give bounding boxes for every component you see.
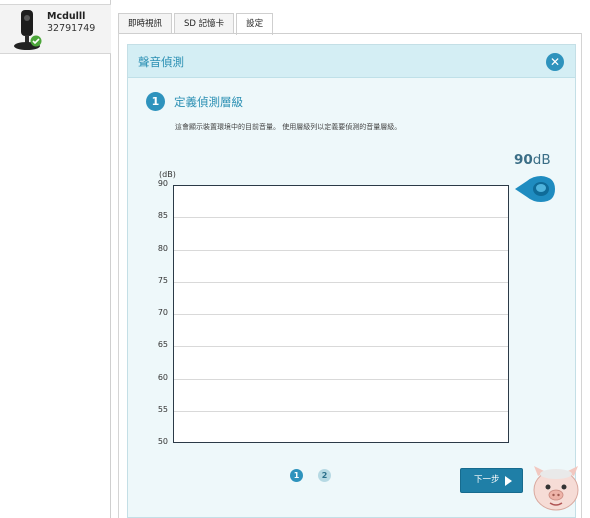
y-tick-label: 70 — [157, 308, 168, 317]
pig-mascot-icon — [533, 466, 579, 511]
y-axis-label: (dB) — [159, 170, 176, 179]
device-id: 32791749 — [47, 23, 96, 34]
step-description: 這會顯示裝置環境中的目前音量。 使用層級列以定義要偵測的音量層級。 — [175, 123, 402, 131]
gridline — [174, 281, 508, 283]
dialog-title: 聲音偵測 — [138, 55, 184, 69]
next-button-label: 下一步 — [474, 475, 500, 485]
step-number-badge: 1 — [146, 92, 165, 111]
sound-detection-dialog: 聲音偵測 ✕ 1 定義偵測層級 這會顯示裝置環境中的目前音量。 使用層級列以定義… — [127, 44, 576, 518]
sound-level-chart — [173, 185, 509, 443]
gridline — [174, 249, 508, 251]
gridline — [174, 314, 508, 315]
y-tick-label: 90 — [157, 179, 168, 188]
tab-live-video[interactable]: 即時視訊 — [118, 13, 173, 34]
gridline — [174, 346, 508, 348]
level-unit: dB — [532, 152, 551, 168]
level-slider-handle-icon[interactable] — [513, 174, 557, 204]
y-tick-label: 55 — [157, 404, 168, 414]
level-readout: 90dB — [514, 152, 551, 168]
level-value: 90 — [514, 152, 533, 168]
gridline — [174, 410, 508, 412]
y-tick-label: 60 — [157, 372, 168, 382]
page-2-indicator[interactable]: 2 — [318, 469, 331, 482]
y-tick-label: 85 — [157, 211, 168, 221]
device-card[interactable]: Mcdulll 32791749 — [0, 4, 111, 54]
y-tick-label: 50 — [157, 437, 168, 446]
arrow-right-icon — [505, 476, 512, 486]
step-title: 定義偵測層級 — [174, 95, 243, 109]
tab-settings[interactable]: 設定 — [236, 13, 274, 35]
tab-bar: 即時視訊 SD 記憶卡 設定 — [118, 13, 275, 35]
dialog-header: 聲音偵測 ✕ — [128, 45, 575, 78]
y-tick-label: 75 — [157, 275, 168, 285]
device-sidebar: Mcdulll 32791749 — [0, 0, 111, 518]
gridline — [174, 378, 508, 380]
next-button[interactable]: 下一步 — [460, 468, 523, 493]
close-icon[interactable]: ✕ — [546, 53, 564, 71]
y-tick-label: 80 — [157, 243, 168, 253]
camera-icon — [14, 10, 42, 50]
page-1-indicator[interactable]: 1 — [290, 469, 303, 482]
tab-sd-card[interactable]: SD 記憶卡 — [174, 13, 235, 34]
gridline — [174, 217, 508, 219]
device-name: Mcdulll — [47, 11, 86, 22]
y-tick-label: 65 — [157, 340, 168, 350]
